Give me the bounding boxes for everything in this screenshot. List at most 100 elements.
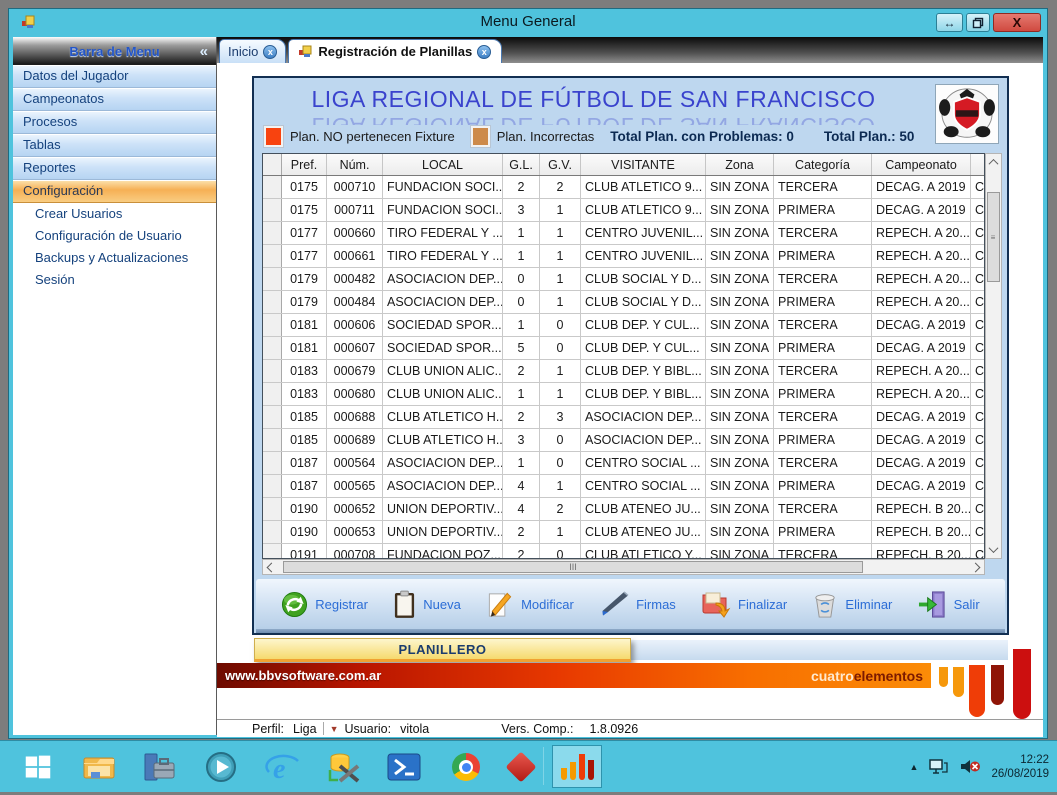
- horizontal-scroll-thumb[interactable]: III: [283, 561, 863, 573]
- perfil-dropdown-icon[interactable]: ▼: [330, 724, 339, 734]
- finalizar-button[interactable]: Finalizar: [701, 590, 787, 618]
- scroll-up-button[interactable]: [987, 155, 1000, 170]
- row-selector[interactable]: [263, 314, 282, 337]
- file-explorer-icon[interactable]: [80, 749, 118, 785]
- column-header[interactable]: [971, 154, 986, 176]
- row-selector[interactable]: [263, 452, 282, 475]
- tab-close-icon[interactable]: x: [263, 45, 277, 59]
- tab-close-icon[interactable]: x: [477, 45, 491, 59]
- start-button[interactable]: [20, 749, 56, 785]
- row-selector[interactable]: [263, 268, 282, 291]
- firmas-button[interactable]: Firmas: [599, 591, 676, 617]
- vertical-scroll-thumb[interactable]: ≡: [987, 192, 1000, 282]
- sql-config-icon[interactable]: [325, 749, 363, 785]
- clock[interactable]: 12:22 26/08/2019: [991, 753, 1049, 781]
- column-header[interactable]: LOCAL: [383, 154, 503, 176]
- column-header[interactable]: Categoría: [774, 154, 872, 176]
- powershell-icon[interactable]: [385, 749, 423, 785]
- sidebar-item-campeonatos[interactable]: Campeonatos: [13, 88, 216, 111]
- tab-registracion-de-planillas[interactable]: Registración de Planillas x: [288, 39, 502, 63]
- pencil-page-icon: [486, 590, 514, 619]
- cell: CLUB DEP. Y CUL...: [581, 314, 706, 337]
- table-row[interactable]: 0181000607SOCIEDAD SPOR...50CLUB DEP. Y …: [263, 337, 985, 360]
- scroll-down-button[interactable]: [987, 542, 1000, 557]
- column-header[interactable]: G.L.: [503, 154, 540, 176]
- column-header[interactable]: Campeonato: [872, 154, 971, 176]
- sidebar-item-tablas[interactable]: Tablas: [13, 134, 216, 157]
- table-row[interactable]: 0187000564ASOCIACION DEP....10CENTRO SOC…: [263, 452, 985, 475]
- cell: DECAG. A 2019: [872, 337, 971, 360]
- row-selector[interactable]: [263, 199, 282, 222]
- table-row[interactable]: 0190000652UNION DEPORTIV...42CLUB ATENEO…: [263, 498, 985, 521]
- minimize-button[interactable]: ↔: [936, 13, 963, 32]
- column-header[interactable]: Núm.: [327, 154, 383, 176]
- table-row[interactable]: 0191000708FUNDACION POZ...20CLUB ATLETIC…: [263, 544, 985, 560]
- vertical-scrollbar[interactable]: ≡: [985, 153, 1002, 559]
- row-selector[interactable]: [263, 245, 282, 268]
- table-row[interactable]: 0175000711FUNDACION SOCI...31CLUB ATLETI…: [263, 199, 985, 222]
- network-icon[interactable]: [928, 758, 949, 775]
- table-row[interactable]: 0179000484ASOCIACION DEP...01CLUB SOCIAL…: [263, 291, 985, 314]
- row-selector[interactable]: [263, 360, 282, 383]
- row-selector[interactable]: [263, 222, 282, 245]
- titlebar[interactable]: Menu General ↔ X: [9, 9, 1047, 37]
- sidebar-subitem-crear-usuarios[interactable]: Crear Usuarios: [13, 203, 216, 225]
- nueva-button[interactable]: Nueva: [393, 590, 461, 619]
- red-diamond-app-icon[interactable]: [505, 749, 537, 785]
- column-header[interactable]: VISITANTE: [581, 154, 706, 176]
- sidebar-item-configuracion[interactable]: Configuración: [13, 180, 216, 203]
- tray-expand-icon[interactable]: ▲: [910, 762, 919, 772]
- table-row[interactable]: 0183000679CLUB UNION ALIC...21CLUB DEP. …: [263, 360, 985, 383]
- row-selector[interactable]: [263, 544, 282, 560]
- tab-inicio[interactable]: Inicio x: [219, 39, 286, 63]
- table-row[interactable]: 0177000660TIRO FEDERAL Y ...11CENTRO JUV…: [263, 222, 985, 245]
- server-manager-icon[interactable]: [140, 749, 178, 785]
- row-selector[interactable]: [263, 521, 282, 544]
- table-row[interactable]: 0177000661TIRO FEDERAL Y ...11CENTRO JUV…: [263, 245, 985, 268]
- table-row[interactable]: 0190000653UNION DEPORTIV...21CLUB ATENEO…: [263, 521, 985, 544]
- sidebar-subitem-sesion[interactable]: Sesión: [13, 269, 216, 291]
- sidebar-item-reportes[interactable]: Reportes: [13, 157, 216, 180]
- close-button[interactable]: X: [993, 13, 1041, 32]
- table-row[interactable]: 0185000688CLUB ATLETICO H...23ASOCIACION…: [263, 406, 985, 429]
- row-selector[interactable]: [263, 337, 282, 360]
- scroll-left-button[interactable]: [264, 561, 279, 573]
- media-player-icon[interactable]: [203, 749, 239, 785]
- row-selector[interactable]: [263, 498, 282, 521]
- internet-explorer-icon[interactable]: e: [264, 749, 302, 785]
- column-header[interactable]: Zona: [706, 154, 774, 176]
- row-selector[interactable]: [263, 475, 282, 498]
- sidebar: Barra de Menu « Datos del Jugador Campeo…: [13, 37, 217, 735]
- table-row[interactable]: 0175000710FUNDACION SOCI...22CLUB ATLETI…: [263, 176, 985, 199]
- volume-muted-icon[interactable]: [959, 758, 981, 775]
- cell: 0175: [282, 176, 327, 199]
- table-row[interactable]: 0185000689CLUB ATLETICO H...30ASOCIACION…: [263, 429, 985, 452]
- row-selector[interactable]: [263, 406, 282, 429]
- sidebar-item-procesos[interactable]: Procesos: [13, 111, 216, 134]
- row-selector[interactable]: [263, 383, 282, 406]
- registrar-button[interactable]: Registrar: [281, 591, 368, 618]
- restore-button[interactable]: [966, 13, 990, 32]
- eliminar-button[interactable]: Eliminar: [812, 590, 892, 619]
- row-selector[interactable]: [263, 429, 282, 452]
- column-header[interactable]: Pref.: [282, 154, 327, 176]
- sidebar-item-datos-del-jugador[interactable]: Datos del Jugador: [13, 65, 216, 88]
- cell: SIN ZONA: [706, 452, 774, 475]
- cell: 1: [540, 360, 581, 383]
- row-selector[interactable]: [263, 291, 282, 314]
- row-selector[interactable]: [263, 176, 282, 199]
- column-header[interactable]: G.V.: [540, 154, 581, 176]
- modificar-button[interactable]: Modificar: [486, 590, 574, 619]
- sidebar-collapse-icon[interactable]: «: [200, 43, 208, 60]
- salir-button[interactable]: Salir: [918, 590, 980, 619]
- active-app-button[interactable]: [552, 745, 602, 788]
- sidebar-subitem-backups-y-actualizaciones[interactable]: Backups y Actualizaciones: [13, 247, 216, 269]
- table-row[interactable]: 0183000680CLUB UNION ALIC...11CLUB DEP. …: [263, 383, 985, 406]
- table-row[interactable]: 0187000565ASOCIACION DEP....41CENTRO SOC…: [263, 475, 985, 498]
- horizontal-scrollbar[interactable]: III: [262, 559, 985, 575]
- scroll-right-button[interactable]: [968, 561, 983, 573]
- table-row[interactable]: 0179000482ASOCIACION DEP...01CLUB SOCIAL…: [263, 268, 985, 291]
- sidebar-subitem-configuracion-de-usuario[interactable]: Configuración de Usuario: [13, 225, 216, 247]
- table-row[interactable]: 0181000606SOCIEDAD SPOR...10CLUB DEP. Y …: [263, 314, 985, 337]
- chrome-icon[interactable]: [448, 749, 484, 785]
